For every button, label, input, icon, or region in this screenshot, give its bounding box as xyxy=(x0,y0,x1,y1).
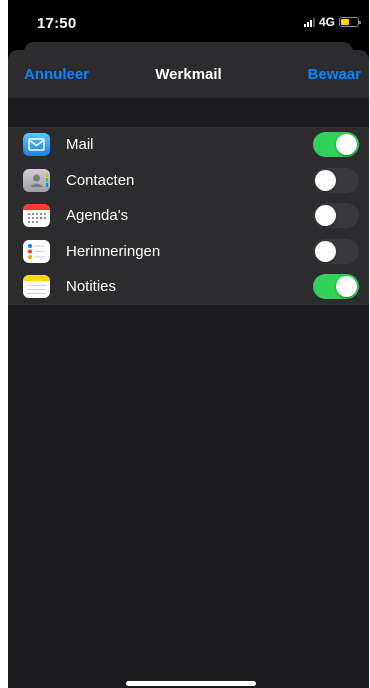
network-type: 4G xyxy=(318,15,335,29)
save-button[interactable]: Bewaar xyxy=(308,66,361,83)
account-sheet: Annuleer Werkmail Bewaar Mail Contacten xyxy=(8,50,369,688)
section-spacer xyxy=(8,98,369,125)
status-indicators: 4G xyxy=(303,15,361,29)
contacts-icon xyxy=(23,168,50,192)
contacts-toggle[interactable] xyxy=(313,167,359,193)
notes-icon xyxy=(23,275,50,298)
list-item-calendar: Agenda's xyxy=(8,198,369,234)
navigation-bar: Annuleer Werkmail Bewaar xyxy=(8,50,369,98)
reminders-toggle[interactable] xyxy=(313,238,359,264)
list-item-notes: Notities xyxy=(8,269,369,305)
list-item-label: Notities xyxy=(66,278,117,296)
calendar-toggle[interactable] xyxy=(313,203,359,228)
list-item-label: Mail xyxy=(66,136,94,154)
mail-toggle[interactable] xyxy=(313,132,359,157)
list-item-label: Herinneringen xyxy=(66,242,161,260)
signal-icon xyxy=(303,17,315,27)
status-time: 17:50 xyxy=(37,15,77,32)
calendar-icon xyxy=(23,204,50,227)
status-bar: 17:50 4G xyxy=(8,0,369,42)
sync-options-list: Mail Contacten Agenda's Herinneringen No… xyxy=(8,127,369,305)
mail-icon xyxy=(23,133,50,156)
list-item-label: Contacten xyxy=(66,171,135,189)
list-item-contacts: Contacten xyxy=(8,163,369,199)
list-item-mail: Mail xyxy=(8,127,369,163)
list-item-label: Agenda's xyxy=(66,207,129,225)
notes-toggle[interactable] xyxy=(313,274,359,299)
home-indicator[interactable] xyxy=(126,681,256,686)
phone-screen: 17:50 4G Annuleer Werkmail Bewaar Mail C… xyxy=(8,0,369,688)
battery-icon xyxy=(339,17,361,27)
list-item-reminders: Herinneringen xyxy=(8,234,369,270)
reminders-icon xyxy=(23,239,50,263)
